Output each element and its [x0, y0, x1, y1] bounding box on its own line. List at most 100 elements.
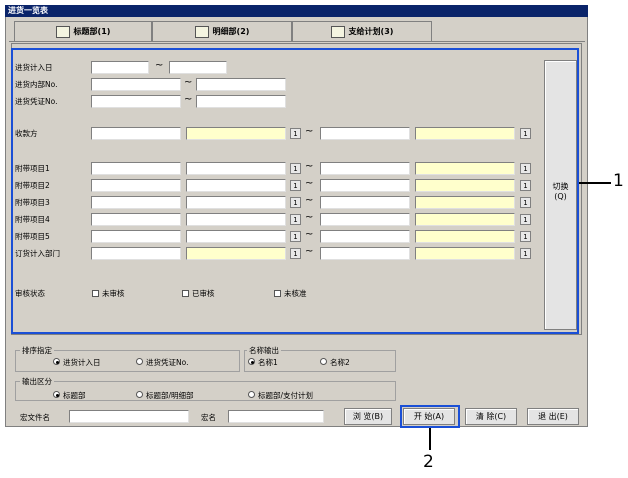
extra3-name-from[interactable]: [186, 196, 286, 209]
checkbox-label: 未核准: [284, 289, 307, 298]
radio-output-header-payment[interactable]: [248, 391, 255, 398]
radio-label: 名称2: [330, 358, 350, 367]
extra3-code-to[interactable]: [320, 196, 410, 209]
order_dept-code-to[interactable]: [320, 247, 410, 260]
radio-name1[interactable]: [248, 358, 255, 365]
checkbox-reviewed[interactable]: [182, 290, 189, 297]
document-icon: [194, 25, 209, 38]
tab-label: 标题部(1): [73, 27, 111, 36]
extra2-select-button[interactable]: 1: [520, 180, 531, 191]
sort-group-title: 排序指定: [20, 345, 54, 356]
label-review-status: 审核状态: [15, 289, 45, 298]
output-section-title: 输出区分: [20, 376, 54, 387]
extra5-select-button[interactable]: 1: [290, 231, 301, 242]
extra4-select-button[interactable]: 1: [290, 214, 301, 225]
macro-file-input[interactable]: [69, 410, 189, 423]
callout-number-1: 1: [613, 171, 624, 191]
extra3-select-button[interactable]: 1: [520, 197, 531, 208]
extra1-select-button[interactable]: 1: [520, 163, 531, 174]
extra5-code-from[interactable]: [91, 230, 181, 243]
label-extra2: 附带项目2: [15, 181, 50, 190]
checkbox-unreviewed[interactable]: [92, 290, 99, 297]
label-order_dept: 订货计入部门: [15, 249, 60, 258]
radio-name2[interactable]: [320, 358, 327, 365]
voucher-no-to[interactable]: [196, 95, 286, 108]
extra5-select-button[interactable]: 1: [520, 231, 531, 242]
tilde: ~: [305, 161, 314, 172]
extra3-select-button[interactable]: 1: [290, 197, 301, 208]
label-voucher-no: 进货凭证No.: [15, 97, 58, 106]
label-extra1: 附带项目1: [15, 164, 50, 173]
toggle-button-label: 切换: [552, 182, 569, 191]
extra1-code-from[interactable]: [91, 162, 181, 175]
checkbox-unapproved[interactable]: [274, 290, 281, 297]
tab-label: 支给计划(3): [348, 27, 394, 36]
extra3-code-from[interactable]: [91, 196, 181, 209]
book-icon: [55, 25, 70, 38]
toggle-button[interactable]: 切换 (Q): [544, 60, 577, 330]
radio-label: 进货计入日: [63, 358, 101, 367]
label-receiver: 收款方: [15, 129, 38, 138]
tilde: ~: [305, 178, 314, 189]
tilde: ~: [305, 246, 314, 257]
checkbox-label: 已审核: [192, 289, 215, 298]
tab-label: 明细部(2): [212, 27, 250, 36]
extra2-name-from[interactable]: [186, 179, 286, 192]
receiver-select-button[interactable]: 1: [290, 128, 301, 139]
extra2-name-to: [415, 179, 515, 192]
browse-button[interactable]: 浏 览(B): [344, 408, 392, 425]
radio-sort-arrival-date[interactable]: [53, 358, 60, 365]
extra2-select-button[interactable]: 1: [290, 180, 301, 191]
extra4-code-from[interactable]: [91, 213, 181, 226]
radio-label: 标题部: [63, 391, 86, 400]
callout-line-1: [579, 182, 611, 184]
tab-header[interactable]: 标题部(1): [14, 21, 152, 41]
macro-file-label: 宏文件名: [20, 413, 50, 422]
tilde: ~: [305, 212, 314, 223]
callout-line-2: [429, 428, 431, 450]
receiver-code-from[interactable]: [91, 127, 181, 140]
voucher-no-from[interactable]: [91, 95, 181, 108]
receiver-select-button[interactable]: 1: [520, 128, 531, 139]
label-arrival-date: 进货计入日: [15, 63, 53, 72]
extra2-code-to[interactable]: [320, 179, 410, 192]
extra5-name-from[interactable]: [186, 230, 286, 243]
extra4-name-from[interactable]: [186, 213, 286, 226]
chart-icon: [330, 25, 345, 38]
macro-name-input[interactable]: [228, 410, 324, 423]
receiver-name-from: [186, 127, 286, 140]
order_dept-select-button[interactable]: 1: [520, 248, 531, 259]
extra3-name-to: [415, 196, 515, 209]
order_dept-code-from[interactable]: [91, 247, 181, 260]
order_dept-select-button[interactable]: 1: [290, 248, 301, 259]
clear-button[interactable]: 清 除(C): [465, 408, 517, 425]
tilde: ~: [184, 94, 193, 105]
internal-no-to[interactable]: [196, 78, 286, 91]
label-internal-no: 进货内部No.: [15, 80, 58, 89]
extra4-code-to[interactable]: [320, 213, 410, 226]
extra1-name-to: [415, 162, 515, 175]
extra5-code-to[interactable]: [320, 230, 410, 243]
toggle-button-shortcut: (Q): [554, 192, 567, 201]
tab-detail[interactable]: 明细部(2): [152, 21, 292, 41]
exit-button[interactable]: 退 出(E): [527, 408, 579, 425]
extra1-code-to[interactable]: [320, 162, 410, 175]
radio-label: 标题部/明细部: [146, 391, 194, 400]
arrival-date-to[interactable]: [169, 61, 227, 74]
tab-payment-plan[interactable]: 支给计划(3): [292, 21, 432, 41]
extra4-select-button[interactable]: 1: [520, 214, 531, 225]
extra1-select-button[interactable]: 1: [290, 163, 301, 174]
extra5-name-to: [415, 230, 515, 243]
internal-no-from[interactable]: [91, 78, 181, 91]
receiver-code-to[interactable]: [320, 127, 410, 140]
extra1-name-from[interactable]: [186, 162, 286, 175]
arrival-date-from[interactable]: [91, 61, 149, 74]
radio-output-header[interactable]: [53, 391, 60, 398]
tilde: ~: [305, 126, 314, 137]
radio-output-header-detail[interactable]: [136, 391, 143, 398]
checkbox-label: 未审核: [102, 289, 125, 298]
extra4-name-to: [415, 213, 515, 226]
radio-sort-voucher-no[interactable]: [136, 358, 143, 365]
highlight-box-2: [400, 405, 460, 428]
extra2-code-from[interactable]: [91, 179, 181, 192]
